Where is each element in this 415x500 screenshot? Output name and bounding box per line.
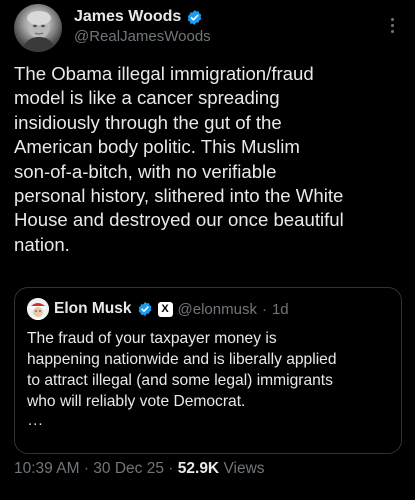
post-text: The Obama illegal immigration/fraud mode… bbox=[14, 63, 344, 255]
post-metadata: 10:39 AM · 30 Dec 25 · 52.9K Views bbox=[14, 460, 265, 478]
quoted-post-header: Elon Musk X @elonmusk · 1d bbox=[27, 298, 289, 320]
avatar[interactable] bbox=[14, 4, 62, 52]
quoted-post[interactable]: Elon Musk X @elonmusk · 1d The fraud of … bbox=[14, 287, 402, 454]
meta-separator: · bbox=[83, 460, 89, 477]
post-header: James Woods @RealJamesWoods bbox=[14, 4, 405, 56]
quoted-verified-badge-icon bbox=[138, 302, 151, 316]
verified-badge-icon bbox=[188, 9, 202, 25]
author-handle[interactable]: @RealJamesWoods bbox=[74, 28, 211, 45]
views-label: Views bbox=[223, 460, 265, 477]
quoted-display-name: Elon Musk bbox=[54, 300, 132, 317]
meta-separator: · bbox=[168, 460, 174, 477]
post: James Woods @RealJamesWoods The Obama il… bbox=[0, 0, 415, 500]
quoted-avatar-icon bbox=[27, 298, 49, 320]
quoted-separator: · bbox=[261, 300, 267, 318]
quoted-handle: @elonmusk bbox=[177, 300, 257, 318]
display-name-row: James Woods bbox=[74, 8, 211, 26]
avatar-photo-icon bbox=[22, 11, 56, 52]
quoted-post-ellipsis: ... bbox=[28, 412, 44, 429]
quoted-post-text: The fraud of your taxpayer money is happ… bbox=[27, 330, 337, 410]
affiliate-x-badge-icon: X bbox=[157, 301, 173, 317]
post-date[interactable]: 30 Dec 25 bbox=[93, 460, 164, 477]
display-name[interactable]: James Woods bbox=[74, 8, 181, 26]
quoted-timestamp: 1d bbox=[271, 300, 289, 318]
views-count: 52.9K bbox=[177, 460, 220, 477]
more-options-icon[interactable] bbox=[385, 14, 399, 36]
quoted-avatar bbox=[27, 298, 49, 320]
author-info: James Woods @RealJamesWoods bbox=[74, 8, 211, 45]
post-time[interactable]: 10:39 AM bbox=[14, 460, 80, 477]
